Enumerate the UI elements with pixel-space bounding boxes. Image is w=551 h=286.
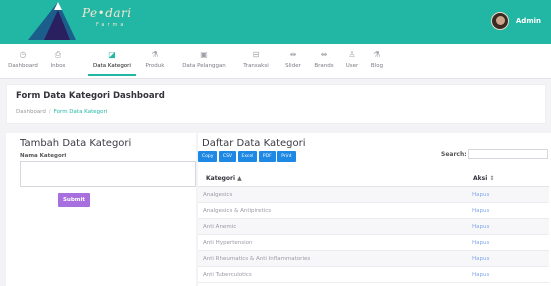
avatar[interactable] [490,12,509,30]
nav-label: Produk [145,63,165,69]
nav-item-inbox[interactable]: ⎙ Inbox [46,50,70,69]
delete-link[interactable]: Hapus [472,272,489,278]
breadcrumb-dashboard[interactable]: Dashboard [16,109,46,115]
nav-label: Blog [370,63,384,69]
export-buttons: Copy CSV Excel PDF Print [198,151,296,162]
category-cell: Anti Rheumatics & Anti Inflammatories [203,256,311,262]
nav-item-produk[interactable]: ⚗ Produk [140,50,170,69]
nav-label: Brands [314,63,334,69]
nav-label: Dashboard [8,63,38,69]
column-label: Aksi [473,175,488,182]
sort-icon: ⇕ [489,175,495,182]
user-menu[interactable]: Admin [490,12,541,30]
delete-link[interactable]: Hapus [472,240,489,246]
brands-icon: ⇹ [320,50,328,59]
user-icon: ♙ [348,50,356,59]
copy-button[interactable]: Copy [198,151,218,162]
page-title: Form Data Kategori Dashboard [16,91,165,101]
column-aksi[interactable]: Aksi ⇕ [473,175,494,182]
nav-item-user[interactable]: ♙ User [343,50,361,69]
add-category-form: Tambah Data Kategori Nama Kategori Submi… [6,133,196,286]
breadcrumb-separator: / [48,109,51,115]
category-list: Daftar Data Kategori Copy CSV Excel PDF … [198,133,551,286]
nav-item-brands[interactable]: ⇹ Brands [311,50,337,69]
blog-icon: ⚗ [373,50,381,59]
nav-item-dashboard[interactable]: ◷ Dashboard [4,50,42,69]
list-title: Daftar Data Kategori [202,138,306,149]
edit-icon: ◪ [108,50,116,59]
category-cell: Anti Tuberculotics [203,272,252,278]
nav-label: Slider [285,63,301,69]
brand-tagline: Farma [96,22,127,28]
nav-label: Data Kategori [93,63,131,69]
print-button[interactable]: Print [277,151,296,162]
table-row: Anti Anemic Hapus [198,219,549,235]
nav-label: Data Pelanggan [182,63,226,69]
nav-label: User [345,63,359,69]
pdf-button[interactable]: PDF [258,151,276,162]
delete-link[interactable]: Hapus [472,224,489,230]
flask-icon: ⚗ [151,50,159,59]
category-cell: Anti Hypertension [203,240,253,246]
main-nav: ◷ Dashboard ⎙ Inbox ◪ Data Kategori ⚗ Produk… [0,44,551,79]
nav-label: Inbox [50,63,66,69]
breadcrumb-current[interactable]: Form Data Kategori [54,109,108,115]
delete-link[interactable]: Hapus [472,208,489,214]
nav-item-slider[interactable]: ⇹ Slider [282,50,304,69]
column-label: Kategori [206,175,236,182]
top-bar: Pe•dari Farma Admin [0,0,551,44]
nav-label: Transaksi [243,63,269,69]
table-row: Anti Hypertension Hapus [198,235,549,251]
breadcrumb: Dashboard / Form Data Kategori [16,109,107,115]
table-row: Anti Rheumatics & Anti Inflammatories Hap… [198,251,549,267]
user-name[interactable]: Admin [516,17,541,25]
delete-link[interactable]: Hapus [472,192,489,198]
csv-button[interactable]: CSV [218,151,236,162]
nav-item-data-kategori[interactable]: ◪ Data Kategori [88,50,136,76]
delete-link[interactable]: Hapus [472,256,489,262]
brand-logo[interactable]: Pe•dari Farma [14,0,131,44]
slider-icon: ⇹ [289,50,297,59]
sort-asc-icon: ▲ [237,175,242,182]
category-cell: Analgesics [203,192,233,198]
category-cell: Anti Anemic [203,224,237,230]
search-input[interactable] [468,149,548,159]
nav-item-blog[interactable]: ⚗ Blog [368,50,386,69]
excel-button[interactable]: Excel [237,151,258,162]
table-row: Anti Tuberculotics Hapus [198,267,549,283]
nav-item-transaksi[interactable]: ⊟ Transaksi [238,50,274,69]
inbox-icon: ⎙ [54,50,62,59]
table-row: Analgesics Hapus [198,187,549,203]
column-kategori[interactable]: Kategori ▲ [206,175,242,182]
category-name-field[interactable] [20,161,196,187]
category-cell: Analgesics & Antipiretics [203,208,272,214]
search-label: Search: [441,151,467,158]
cart-icon: ⊟ [252,50,260,59]
contact-icon: ▣ [200,50,208,59]
page-header: Form Data Kategori Dashboard Dashboard / F… [6,84,546,124]
category-table: Kategori ▲ Aksi ⇕ Analgesics Hapus Analge… [198,171,549,283]
table-row: Analgesics & Antipiretics Hapus [198,203,549,219]
submit-button[interactable]: Submit [58,193,90,207]
table-header: Kategori ▲ Aksi ⇕ [198,171,549,187]
clock-icon: ◷ [19,50,27,59]
brand-name: Pe•dari [82,6,132,20]
nav-item-data-pelanggan[interactable]: ▣ Data Pelanggan [176,50,232,69]
field-label: Nama Kategori [20,153,67,159]
form-title: Tambah Data Kategori [20,138,132,149]
